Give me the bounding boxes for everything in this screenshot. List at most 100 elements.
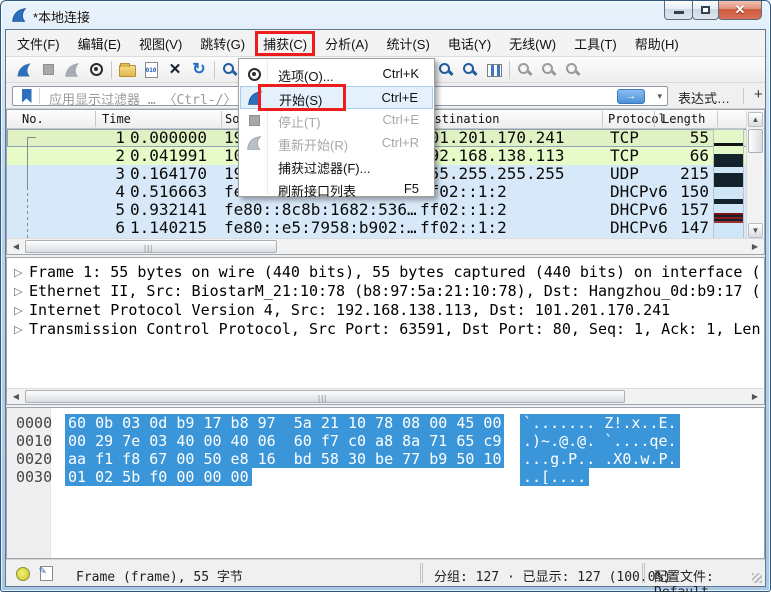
hex-row[interactable]: 001000 29 7e 03 40 00 40 06 60 f7 c0 a8 … (7, 432, 764, 450)
packet-list-vscrollbar[interactable]: ▲ ▼ (746, 111, 763, 245)
scroll-right-icon[interactable]: ▶ (748, 390, 762, 403)
details-hscrollbar[interactable]: ◀ ||| ▶ (7, 388, 764, 404)
save-file-button[interactable]: 010 (139, 59, 163, 81)
zoom-normal-button[interactable] (458, 59, 482, 81)
scroll-right-icon[interactable]: ▶ (748, 240, 762, 253)
menu-item-shortcut: Ctrl+E (382, 90, 418, 105)
related-packet-line (27, 137, 28, 187)
packet-row[interactable]: 61.140215fe80::e5:7958:b902:…ff02::1:2DH… (7, 219, 747, 237)
column-header-time[interactable]: Time (102, 112, 131, 126)
bookmark-icon (22, 89, 32, 103)
add-filter-button[interactable]: + (754, 86, 763, 103)
scroll-left-icon[interactable]: ◀ (9, 240, 23, 253)
zoom-normal-disabled-button[interactable] (561, 59, 585, 81)
resize-grip[interactable] (752, 573, 762, 583)
menu-item-11[interactable]: 帮助(H) (626, 31, 688, 56)
hex-bytes: aa f1 f8 67 00 50 e8 16 bd 58 30 be 77 b… (65, 450, 504, 468)
hex-row[interactable]: 000060 0b 03 0d b9 17 b8 97 5a 21 10 78 … (7, 414, 764, 432)
menu-item-7[interactable]: 统计(S) (377, 31, 438, 56)
expand-icon[interactable]: ▷ (14, 282, 22, 301)
hex-bytes: 01 02 5b f0 00 00 00 (65, 468, 252, 486)
scroll-up-icon[interactable]: ▲ (748, 112, 763, 127)
hscroll-thumb[interactable]: ||| (25, 240, 277, 253)
zoom-out-button[interactable] (434, 59, 458, 81)
minimize-button[interactable] (664, 1, 693, 20)
reload-button[interactable]: ↻ (187, 59, 211, 81)
menu-item-4[interactable]: 跳转(G) (191, 31, 254, 56)
expand-icon[interactable]: ▷ (14, 301, 22, 320)
expression-button[interactable]: 表达式… (678, 88, 730, 107)
stop-capture-button[interactable] (36, 59, 60, 81)
close-file-button[interactable]: ✕ (163, 59, 187, 81)
zoom-in-disabled-button[interactable] (513, 59, 537, 81)
capture-menu-item-6[interactable]: 刷新接口列表F5 (240, 178, 433, 201)
capture-menu-item-1[interactable]: 选项(O)...Ctrl+K (240, 63, 433, 86)
gear-icon (245, 66, 263, 82)
capture-menu-item-2[interactable]: 开始(S)Ctrl+E (240, 86, 433, 109)
scroll-left-icon[interactable]: ◀ (9, 390, 23, 403)
menu-item-label: 捕获过滤器(F)... (278, 158, 370, 177)
close-button[interactable]: ✕ (718, 1, 762, 20)
filter-dropdown-caret-icon[interactable]: ▾ (657, 91, 662, 102)
status-profile[interactable]: 配置文件: Default (654, 566, 765, 592)
packet-list-hscrollbar[interactable]: ◀ ||| ▶ (7, 238, 764, 254)
capture-options-button[interactable] (84, 59, 108, 81)
restart-capture-button[interactable] (60, 59, 84, 81)
capture-menu-item-3[interactable]: 停止(T)Ctrl+E (240, 109, 433, 132)
hex-row[interactable]: 003001 02 5b f0 00 00 00..[.... (7, 468, 764, 486)
apply-filter-button[interactable]: → (617, 89, 645, 104)
column-header-no[interactable]: No. (22, 112, 44, 126)
detail-line[interactable]: ▷Frame 1: 55 bytes on wire (440 bits), 5… (7, 263, 764, 282)
hex-offset: 0010 (16, 432, 52, 450)
expand-icon[interactable]: ▷ (14, 320, 22, 339)
packet-row[interactable]: 50.932141fe80::8c8b:1682:536…ff02::1:2DH… (7, 201, 747, 219)
hscroll-thumb[interactable]: ||| (25, 390, 625, 403)
wireshark-window: *本地连接 ✕ 文件(F)编辑(E)视图(V)跳转(G)捕获(C)分析(A)统计… (0, 0, 771, 592)
menu-item-9[interactable]: 无线(W) (500, 31, 565, 56)
capture-menu-dropdown: 选项(O)...Ctrl+K开始(S)Ctrl+E停止(T)Ctrl+E重新开始… (238, 58, 435, 197)
menu-item-2[interactable]: 编辑(E) (69, 31, 130, 56)
expert-info-icon[interactable] (16, 567, 30, 581)
minimap-stripe (714, 130, 743, 143)
menu-item-label: 停止(T) (278, 112, 321, 131)
column-separator (717, 111, 718, 127)
menu-item-6[interactable]: 分析(A) (316, 31, 377, 56)
scroll-down-icon[interactable]: ▼ (748, 223, 763, 238)
close-file-icon: ✕ (169, 62, 182, 77)
filter-bookmark-button[interactable] (14, 88, 40, 104)
find-packet-icon (223, 63, 234, 74)
column-header-protocol[interactable]: Protocol (608, 112, 666, 126)
menu-item-10[interactable]: 工具(T) (565, 31, 626, 56)
title-bar[interactable]: *本地连接 ✕ (1, 1, 770, 29)
capture-menu-item-5[interactable]: 捕获过滤器(F)... (240, 155, 433, 178)
menu-item-8[interactable]: 电话(Y) (439, 31, 500, 56)
open-file-button[interactable] (115, 59, 139, 81)
cell-length: 55 (627, 129, 709, 147)
detail-line[interactable]: ▷Internet Protocol Version 4, Src: 192.1… (7, 301, 764, 320)
restore-button[interactable] (692, 1, 719, 20)
cell-no: 3 (47, 165, 125, 183)
start-capture-button[interactable] (12, 59, 36, 81)
hex-ascii: .)~.@.@. `....qe. (520, 432, 680, 450)
menu-item-1[interactable]: 文件(F) (8, 31, 69, 56)
vscroll-thumb[interactable] (748, 129, 763, 153)
detail-line[interactable]: ▷Ethernet II, Src: BiostarM_21:10:78 (b8… (7, 282, 764, 301)
resize-columns-button[interactable] (482, 59, 506, 81)
stop-icon (245, 112, 263, 128)
zoom-out-disabled-icon (542, 63, 553, 74)
cell-source: fe80::e5:7958:b902:… (224, 219, 417, 237)
capture-menu-item-4[interactable]: 重新开始(R)Ctrl+R (240, 132, 433, 155)
expand-icon[interactable]: ▷ (14, 263, 22, 282)
stop-icon (249, 115, 260, 126)
column-header-length[interactable]: Length (662, 112, 705, 126)
zoom-out-disabled-button[interactable] (537, 59, 561, 81)
toolbar-separator (214, 61, 215, 79)
detail-line[interactable]: ▷Transmission Control Protocol, Src Port… (7, 320, 764, 339)
menu-item-capture-annotated[interactable]: 捕获(C) (255, 31, 315, 56)
hex-row[interactable]: 0020aa f1 f8 67 00 50 e8 16 bd 58 30 be … (7, 450, 764, 468)
capture-comment-icon[interactable] (40, 566, 53, 581)
start-capture-icon (15, 62, 33, 78)
cell-destination: 192.168.138.113 (420, 147, 565, 165)
menu-item-3[interactable]: 视图(V) (130, 31, 191, 56)
intelligent-scrollbar-minimap[interactable] (713, 129, 744, 245)
